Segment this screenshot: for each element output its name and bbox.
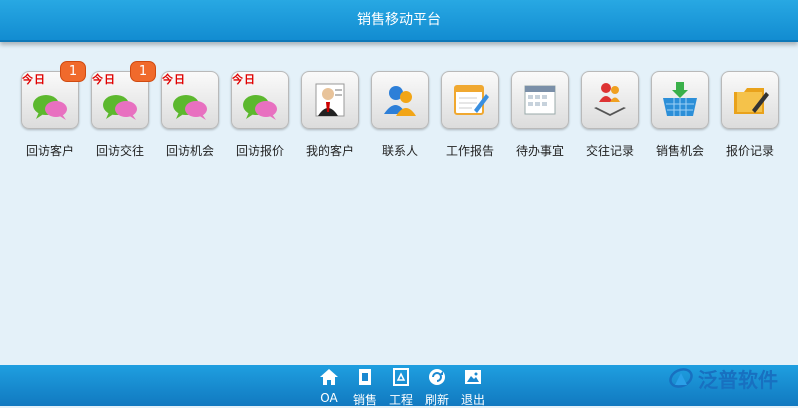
app-label: 销售机会 (655, 144, 704, 158)
app-tile[interactable] (651, 71, 709, 129)
footer-item-sales[interactable]: 销售 (349, 365, 381, 407)
app-label: 报价记录 (725, 144, 774, 158)
report-pencil-icon (454, 85, 489, 115)
app-sales-opportunities[interactable]: 销售机会 (650, 70, 710, 160)
refresh-icon (429, 369, 445, 385)
footer-item-engineering[interactable]: 工程 (385, 365, 417, 407)
app-label: 待办事宜 (515, 144, 564, 158)
folder-pen-icon (734, 88, 769, 114)
footer-label: 退出 (460, 393, 485, 407)
app-tile[interactable] (441, 71, 499, 129)
app-header: 销售移动平台 (0, 0, 798, 42)
today-label: 今日 (162, 73, 186, 86)
app-quote-records[interactable]: 报价记录 (720, 70, 780, 160)
app-return-visit-contact[interactable]: 今日 1 回访交往 (90, 61, 156, 160)
app-grid: 今日 1 回访客户 今日 1 回访交往 今日 回访机会 今日 回访报价 我的客户… (20, 61, 798, 170)
calendar-icon (524, 85, 556, 115)
app-label: 我的客户 (305, 144, 354, 158)
people-book-icon (594, 83, 626, 116)
footer-item-oa[interactable]: OA (313, 365, 345, 406)
footer-label: 销售 (352, 393, 377, 407)
app-work-report[interactable]: 工作报告 (440, 70, 500, 160)
document-icon (359, 369, 371, 385)
fanpu-logo-icon (669, 368, 693, 388)
app-tile[interactable] (371, 71, 429, 129)
app-label: 回访机会 (165, 144, 214, 158)
app-tile[interactable] (581, 71, 639, 129)
app-my-customers[interactable]: 我的客户 (300, 70, 360, 160)
app-label: 回访客户 (25, 144, 74, 158)
footer-nav: OA 销售 工程 刷新 退出 (313, 365, 503, 407)
app-contact-records[interactable]: 交往记录 (580, 70, 640, 160)
today-label: 今日 (22, 73, 46, 86)
today-label: 今日 (232, 73, 256, 86)
footer-item-exit[interactable]: 退出 (457, 365, 489, 407)
recycle-icon (393, 368, 409, 386)
brand-name: 泛普软件 (698, 367, 778, 392)
brand-logo: 泛普软件 (668, 358, 794, 398)
footer-label: 刷新 (424, 393, 449, 407)
app-tile[interactable] (301, 71, 359, 129)
app-label: 回访交往 (95, 144, 144, 158)
picture-icon (465, 370, 481, 384)
contacts-icon (384, 86, 416, 116)
app-tile[interactable] (721, 71, 779, 129)
footer-label: OA (320, 391, 338, 405)
app-label: 工作报告 (445, 144, 494, 158)
today-label: 今日 (92, 73, 116, 86)
app-label: 回访报价 (235, 144, 284, 158)
footer-label: 工程 (388, 393, 413, 407)
app-todo[interactable]: 待办事宜 (510, 70, 570, 160)
notification-badge: 1 (130, 61, 156, 82)
shopping-basket-icon (663, 82, 697, 116)
notification-badge: 1 (60, 61, 86, 82)
app-contacts[interactable]: 联系人 (370, 70, 430, 160)
app-return-visit-quote[interactable]: 今日 回访报价 (230, 70, 290, 160)
app-return-visit-customer[interactable]: 今日 1 回访客户 (20, 61, 86, 160)
footer-item-refresh[interactable]: 刷新 (421, 365, 453, 407)
home-icon (320, 369, 338, 385)
app-tile[interactable] (511, 71, 569, 129)
app-label: 交往记录 (585, 144, 634, 158)
app-return-visit-opportunity[interactable]: 今日 回访机会 (160, 70, 220, 160)
app-label: 联系人 (381, 144, 418, 158)
page-title: 销售移动平台 (357, 12, 441, 28)
customer-card-icon (315, 83, 345, 117)
